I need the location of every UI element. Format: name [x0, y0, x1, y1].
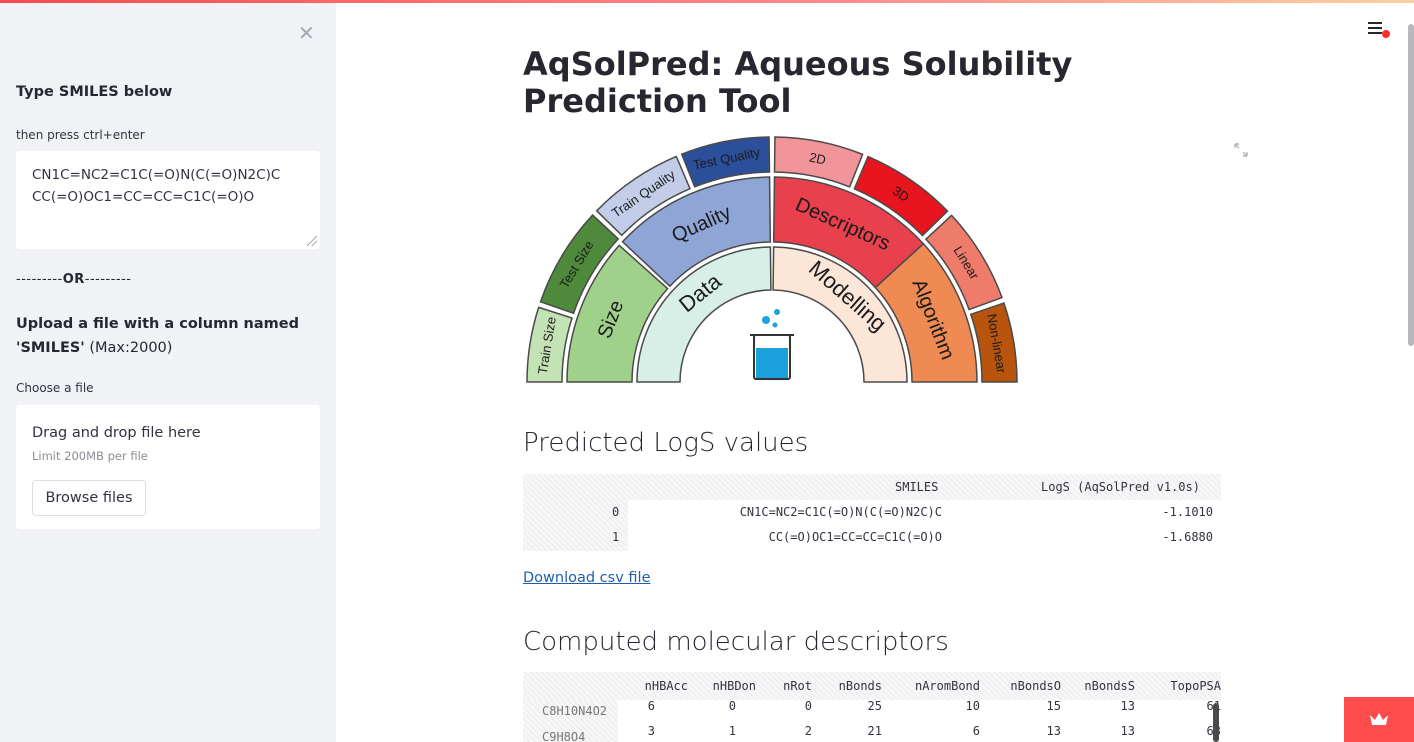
column-header[interactable]: nHBDon — [713, 679, 756, 693]
file-dropzone[interactable]: Drag and drop file here Limit 200MB per … — [16, 405, 320, 529]
streamlit-badge[interactable] — [1344, 697, 1414, 742]
file-uploader-label: Choose a file — [16, 381, 94, 395]
table-cell[interactable]: 3 — [648, 724, 655, 738]
column-header-logs[interactable]: LogS (AqSolPred v1.0s) — [1041, 480, 1200, 494]
table-cell[interactable]: 2 — [805, 724, 812, 738]
download-csv-link[interactable]: Download csv file — [523, 570, 650, 586]
table-cell[interactable]: 0 — [805, 699, 812, 713]
table-cell[interactable]: 15 — [1047, 699, 1061, 713]
row-index: C9H8O4 — [542, 730, 586, 742]
streamlit-logo-icon — [1370, 713, 1388, 725]
table-scrollbar[interactable] — [1213, 703, 1219, 742]
beaker-icon — [750, 309, 794, 380]
predicted-logs-table[interactable]: SMILES LogS (AqSolPred v1.0s) 0 CN1C=NC2… — [523, 474, 1221, 551]
column-header[interactable]: nBonds — [839, 679, 882, 693]
table-cell[interactable]: 13 — [1121, 699, 1135, 713]
descriptors-heading: Computed molecular descriptors — [523, 627, 949, 657]
table-cell[interactable]: 6 — [648, 699, 655, 713]
table-cell-logs[interactable]: -1.1010 — [1162, 505, 1213, 519]
hamburger-menu-icon[interactable] — [1368, 22, 1390, 38]
page-title: AqSolPred: Aqueous Solubility Prediction… — [523, 45, 1073, 120]
column-header[interactable]: nBondsS — [1084, 679, 1135, 693]
column-header[interactable]: nRot — [783, 679, 812, 693]
page-scrollbar[interactable] — [1408, 24, 1414, 346]
smiles-heading: Type SMILES below — [16, 84, 173, 100]
table-cell-logs[interactable]: -1.6880 — [1162, 530, 1213, 544]
upload-heading: Upload a file with a column named 'SMILE… — [16, 316, 299, 356]
table-cell-smiles[interactable]: CN1C=NC2=C1C(=O)N(C(=O)N2C)C — [740, 505, 942, 519]
column-header[interactable]: nAromBond — [915, 679, 980, 693]
smiles-textarea[interactable]: CN1C=NC2=C1C(=O)N(C(=O)N2C)C CC(=O)OC1=C… — [16, 151, 320, 249]
column-header[interactable]: nHBAcc — [645, 679, 688, 693]
resize-handle-icon[interactable] — [307, 236, 317, 246]
table-cell[interactable]: 21 — [868, 724, 882, 738]
table-cell[interactable]: 0 — [729, 699, 736, 713]
smiles-line: CN1C=NC2=C1C(=O)N(C(=O)N2C)C — [32, 167, 281, 183]
table-cell[interactable]: 25 — [868, 699, 882, 713]
table-cell[interactable]: 10 — [966, 699, 980, 713]
notification-dot — [1382, 30, 1390, 38]
column-header[interactable]: nBondsO — [1010, 679, 1061, 693]
dropzone-title: Drag and drop file here — [32, 425, 201, 441]
row-index: C8H10N4O2 — [542, 704, 608, 718]
table-cell[interactable]: 1 — [729, 724, 736, 738]
dropzone-limit: Limit 200MB per file — [32, 449, 148, 463]
sidebar: ✕ Type SMILES below then press ctrl+ente… — [0, 3, 336, 742]
predicted-logs-heading: Predicted LogS values — [523, 428, 809, 458]
table-cell-smiles[interactable]: CC(=O)OC1=CC=CC=C1C(=O)O — [769, 530, 942, 544]
table-cell[interactable]: 6 — [973, 724, 980, 738]
column-header[interactable]: TopoPSA — [1170, 679, 1221, 693]
or-divider: ---------OR--------- — [16, 272, 132, 287]
row-index: 0 — [612, 505, 620, 519]
table-cell[interactable]: 13 — [1121, 724, 1135, 738]
browse-files-button[interactable]: Browse files — [32, 480, 146, 516]
smiles-hint: then press ctrl+enter — [16, 128, 145, 142]
column-header-smiles[interactable]: SMILES — [895, 480, 938, 494]
aqsolpred-overview-figure: Data ModellingSizeQuality DescriptorsAlgor… — [526, 136, 1018, 383]
smiles-line: CC(=O)OC1=CC=CC=C1C(=O)O — [32, 189, 255, 205]
row-index: 1 — [612, 530, 620, 544]
fullscreen-icon[interactable] — [1233, 142, 1249, 158]
table-cell[interactable]: 13 — [1047, 724, 1061, 738]
descriptors-table[interactable]: nHBAcc nHBDon nRot nBonds nAromBond nBon… — [523, 672, 1221, 742]
close-icon[interactable]: ✕ — [298, 23, 315, 43]
